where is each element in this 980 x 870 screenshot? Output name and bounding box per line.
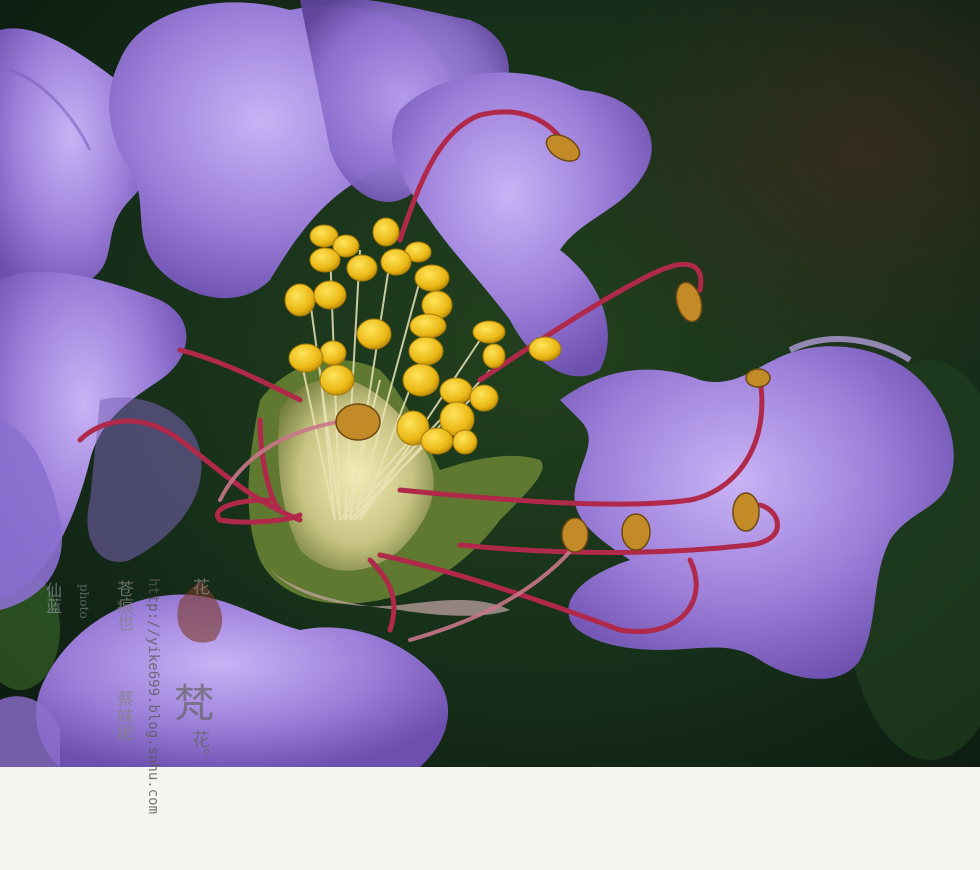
watermark-big-sub: 花。: [189, 730, 210, 766]
watermark-url: http://yike699.blog.sohu.com: [145, 578, 161, 815]
watermark-col3: 苍痕也: [113, 580, 133, 631]
watermark-col1: 仙蓝: [43, 582, 62, 614]
watermark-col5: 花: [189, 578, 209, 595]
watermark-col4: 蔡妹妮: [113, 690, 133, 741]
watermark-big-char: 梵: [174, 681, 214, 727]
image-frame: 仙蓝 photo 苍痕也 蔡妹妮 http://yike699.blog.soh…: [0, 0, 980, 870]
watermark-col2: photo: [77, 584, 91, 619]
